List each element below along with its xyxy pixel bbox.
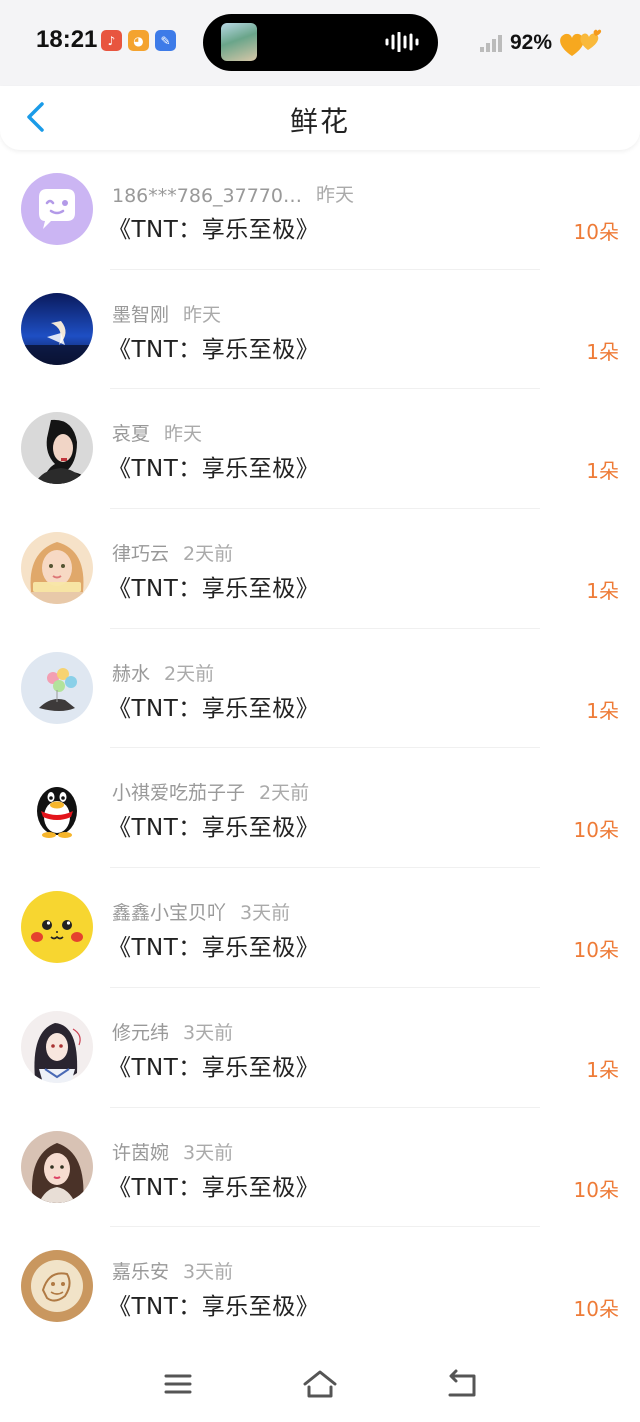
list-item[interactable]: 许茵婉 3天前 《TNT：享乐至极》 10朵 xyxy=(0,1108,640,1228)
flower-count: 10朵 xyxy=(573,1177,619,1202)
flower-count: 10朵 xyxy=(573,818,619,843)
header: 鲜花 xyxy=(0,86,640,150)
gift-time: 2天前 xyxy=(259,782,310,805)
user-name[interactable]: 修元纬 xyxy=(112,1018,169,1045)
menu-icon[interactable] xyxy=(158,1367,198,1401)
gift-time: 3天前 xyxy=(240,902,291,925)
flower-count: 1朵 xyxy=(586,339,619,364)
notification-icons: ♪ ◕ ✎ xyxy=(101,30,176,51)
flower-count: 10朵 xyxy=(573,1297,619,1322)
flower-count: 1朵 xyxy=(586,459,619,484)
latte-art-avatar[interactable] xyxy=(21,1250,93,1323)
gift-time: 昨天 xyxy=(315,184,354,206)
orange-app-icon: ◕ xyxy=(128,30,149,51)
selfie-avatar[interactable] xyxy=(21,1130,93,1203)
system-nav-bar xyxy=(0,1345,640,1422)
status-bar: 18:21 ♪ ◕ ✎ 92% xyxy=(0,0,640,86)
book-title: 《TNT：享乐至极》 xyxy=(108,815,320,842)
book-title: 《TNT：享乐至极》 xyxy=(108,336,320,363)
book-title: 《TNT：享乐至极》 xyxy=(108,456,320,483)
flower-count: 10朵 xyxy=(573,938,619,963)
audio-wave-icon xyxy=(385,32,419,52)
user-name[interactable]: 哀夏 xyxy=(112,419,150,446)
user-name[interactable]: 墨智刚 xyxy=(112,300,169,327)
user-name[interactable]: 186***786_37770… xyxy=(112,185,302,207)
flower-count: 1朵 xyxy=(586,579,619,604)
user-name[interactable]: 许茵婉 xyxy=(112,1138,169,1165)
dynamic-island[interactable] xyxy=(203,14,438,71)
user-name[interactable]: 鑫鑫小宝贝吖 xyxy=(112,898,226,925)
book-title: 《TNT：享乐至极》 xyxy=(108,217,320,243)
book-title: 《TNT：享乐至极》 xyxy=(108,576,320,603)
gift-time: 3天前 xyxy=(183,1141,234,1164)
pikachu-avatar[interactable] xyxy=(21,891,93,964)
qq-penguin-avatar[interactable] xyxy=(21,771,93,844)
book-title: 《TNT：享乐至极》 xyxy=(108,695,320,722)
book-title: 《TNT：享乐至极》 xyxy=(108,1054,320,1081)
flower-count: 1朵 xyxy=(586,698,619,723)
flower-count: 10朵 xyxy=(573,220,619,244)
page-title: 鲜花 xyxy=(289,105,350,138)
list-item[interactable]: 赫水 2天前 《TNT：享乐至极》 1朵 xyxy=(0,629,640,749)
qq-bubble-avatar[interactable] xyxy=(21,173,93,245)
list-item[interactable]: 哀夏 昨天 《TNT：享乐至极》 1朵 xyxy=(0,389,640,509)
back-nav-icon[interactable] xyxy=(442,1367,482,1401)
user-name[interactable]: 嘉乐安 xyxy=(112,1257,169,1284)
list-item[interactable]: 修元纬 3天前 《TNT：享乐至极》 1朵 xyxy=(0,988,640,1108)
hearts-battery-icon xyxy=(560,29,602,56)
tiktok-icon: ♪ xyxy=(101,30,122,51)
battery-level: 92% xyxy=(509,31,552,54)
list-item[interactable]: 墨智刚 昨天 《TNT：享乐至极》 1朵 xyxy=(0,270,640,390)
book-title: 《TNT：享乐至极》 xyxy=(108,1174,320,1201)
book-title: 《TNT：享乐至极》 xyxy=(108,935,320,962)
night-sky-avatar[interactable] xyxy=(21,292,93,365)
user-name[interactable]: 律巧云 xyxy=(112,539,169,566)
list-item[interactable]: 186***786_37770… 昨天 《TNT：享乐至极》 10朵 xyxy=(0,150,640,270)
flower-count: 1朵 xyxy=(586,1057,619,1082)
user-name[interactable]: 赫水 xyxy=(112,659,150,686)
gift-time: 3天前 xyxy=(183,1021,234,1044)
list-item[interactable]: 嘉乐安 3天前 《TNT：享乐至极》 10朵 xyxy=(0,1227,640,1347)
gift-time: 昨天 xyxy=(183,303,222,326)
status-time: 18:21 xyxy=(36,26,98,53)
gift-time: 2天前 xyxy=(183,543,234,566)
home-icon[interactable] xyxy=(300,1367,340,1401)
list-item[interactable]: 小祺爱吃茄子子 2天前 《TNT：享乐至极》 10朵 xyxy=(0,748,640,868)
gift-time: 昨天 xyxy=(164,423,203,446)
media-thumbnail xyxy=(221,23,257,61)
girl-avatar[interactable] xyxy=(21,532,93,605)
blue-app-icon: ✎ xyxy=(155,30,176,51)
list-item[interactable]: 律巧云 2天前 《TNT：享乐至极》 1朵 xyxy=(0,509,640,629)
anime-avatar[interactable] xyxy=(21,1010,93,1083)
gift-time: 2天前 xyxy=(164,662,215,685)
user-name[interactable]: 小祺爱吃茄子子 xyxy=(112,778,245,805)
book-title: 《TNT：享乐至极》 xyxy=(108,1294,320,1321)
gift-time: 3天前 xyxy=(183,1261,234,1284)
balloons-avatar[interactable] xyxy=(21,651,93,724)
signal-icon xyxy=(479,35,502,52)
flower-gift-list: 186***786_37770… 昨天 《TNT：享乐至极》 10朵 墨智刚 昨天 … xyxy=(0,150,640,1347)
portrait-avatar[interactable] xyxy=(21,412,93,485)
list-item[interactable]: 鑫鑫小宝贝吖 3天前 《TNT：享乐至极》 10朵 xyxy=(0,868,640,988)
status-indicators: 92% xyxy=(479,28,602,58)
